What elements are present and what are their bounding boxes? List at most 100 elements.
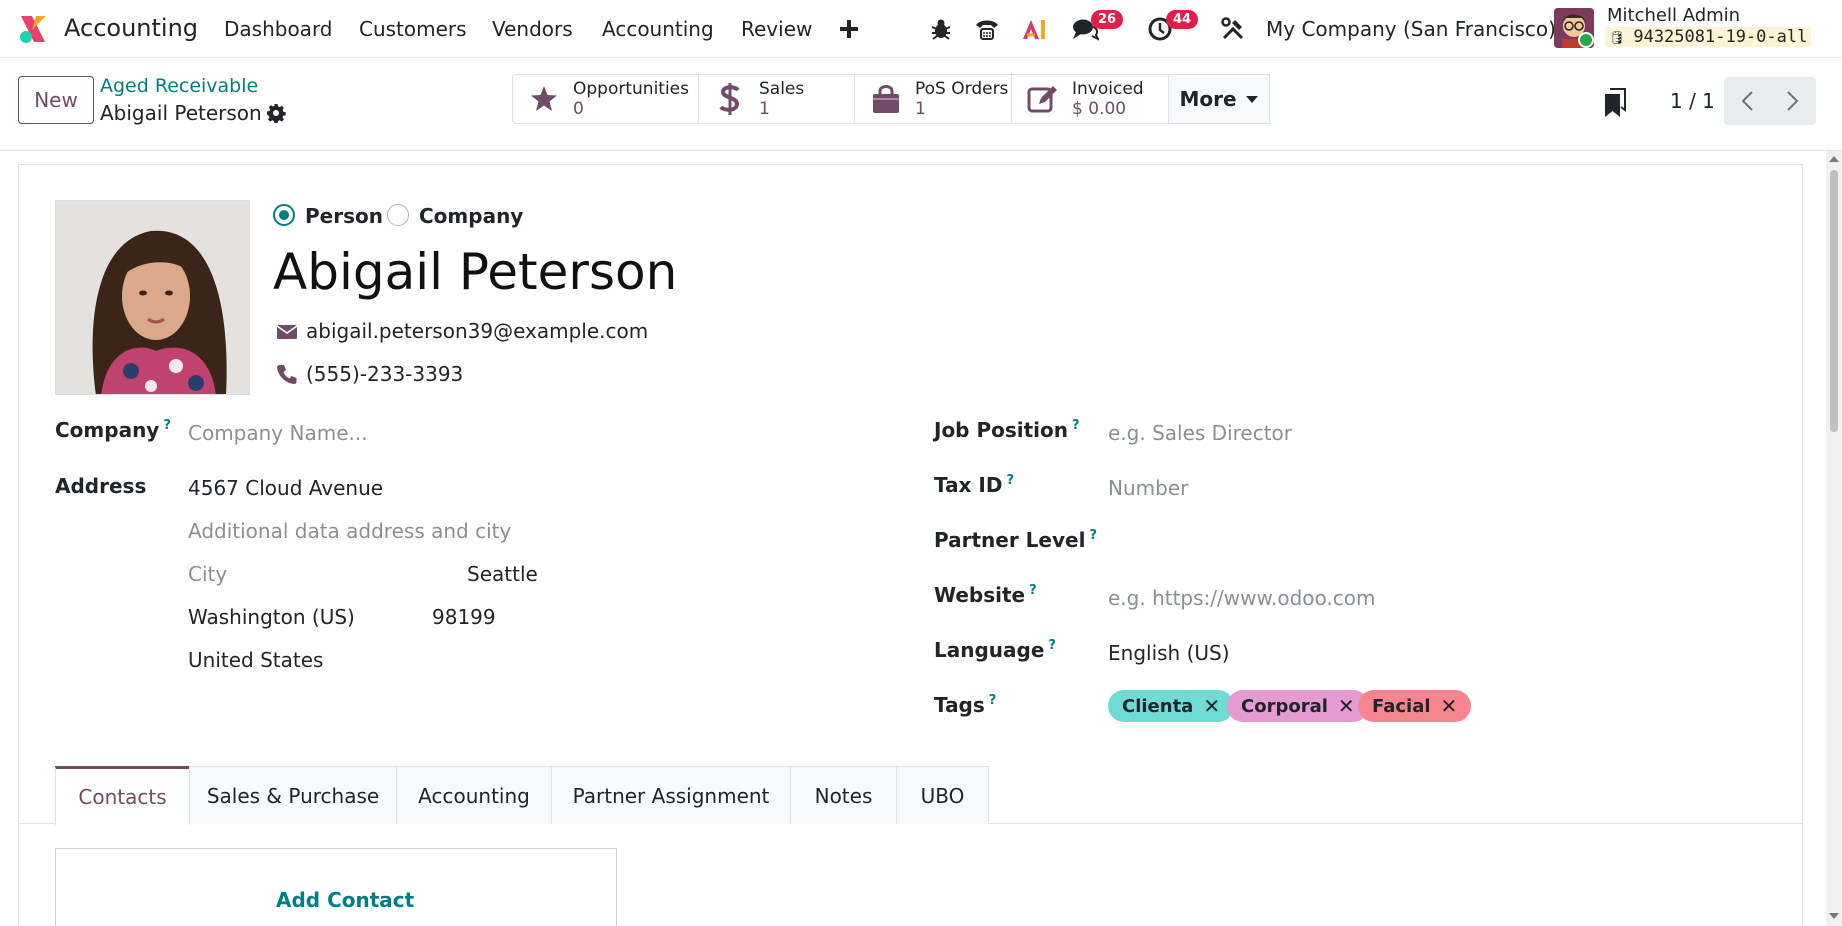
tools-icon[interactable] bbox=[1218, 14, 1248, 44]
remove-tag-icon[interactable]: ✕ bbox=[1203, 694, 1220, 718]
user-name[interactable]: Mitchell Admin bbox=[1607, 5, 1740, 26]
tax-id-label: Tax ID? bbox=[934, 473, 1014, 497]
sales-count: 1 bbox=[759, 99, 770, 119]
scroll-up-icon[interactable] bbox=[1829, 156, 1839, 162]
envelope-icon bbox=[276, 325, 298, 339]
add-contact-button[interactable]: Add Contact bbox=[276, 888, 414, 912]
company-label: Company? bbox=[55, 418, 171, 442]
plus-icon[interactable] bbox=[834, 14, 864, 44]
radio-person[interactable] bbox=[273, 204, 295, 226]
address-label: Address bbox=[55, 474, 147, 498]
city-value[interactable]: Seattle bbox=[467, 562, 538, 586]
breadcrumb-parent[interactable]: Aged Receivable bbox=[100, 75, 258, 97]
help-tooltip-icon[interactable]: ? bbox=[1089, 528, 1097, 543]
tag-label: Facial bbox=[1372, 695, 1431, 717]
pencil-square-icon bbox=[1026, 82, 1060, 116]
tab-contacts[interactable]: Contacts bbox=[55, 766, 190, 825]
database-name: 🛢 94325081-19-0-all bbox=[1605, 27, 1812, 47]
pager-value[interactable]: 1 / 1 bbox=[1670, 89, 1715, 113]
tab-notes[interactable]: Notes bbox=[790, 766, 897, 824]
street-input[interactable]: 4567 Cloud Avenue bbox=[188, 476, 383, 500]
shopping-bag-icon bbox=[869, 82, 903, 116]
chevron-left-icon bbox=[1741, 91, 1753, 111]
website-label-text: Website bbox=[934, 583, 1026, 607]
partner-photo[interactable] bbox=[55, 200, 250, 395]
star-icon bbox=[527, 82, 561, 116]
menu-dashboard[interactable]: Dashboard bbox=[224, 17, 333, 41]
state-select[interactable]: Washington (US) bbox=[188, 605, 355, 629]
phone-field[interactable]: (555)-233-3393 bbox=[306, 362, 463, 386]
invoiced-smart-button[interactable]: Invoiced $ 0.00 bbox=[1011, 74, 1169, 124]
online-status-icon bbox=[1578, 32, 1594, 48]
email-field[interactable]: abigail.peterson39@example.com bbox=[306, 319, 648, 343]
street2-input[interactable]: Additional data address and city bbox=[188, 519, 511, 543]
partner-level-label: Partner Level? bbox=[934, 528, 1097, 552]
help-tooltip-icon[interactable]: ? bbox=[1072, 418, 1080, 433]
scroll-down-icon[interactable] bbox=[1829, 913, 1839, 919]
dollar-icon bbox=[713, 82, 747, 116]
company-input[interactable]: Company Name... bbox=[188, 421, 368, 445]
tax-id-input[interactable]: Number bbox=[1108, 476, 1188, 500]
tab-partner-assignment[interactable]: Partner Assignment bbox=[551, 766, 791, 824]
tags-label-text: Tags bbox=[934, 693, 985, 717]
language-label: Language? bbox=[934, 638, 1056, 662]
zip-input[interactable]: 98199 bbox=[432, 605, 496, 629]
invoiced-amount: $ 0.00 bbox=[1072, 99, 1127, 119]
phone-icon bbox=[277, 365, 297, 384]
language-select[interactable]: English (US) bbox=[1108, 641, 1230, 665]
menu-vendors[interactable]: Vendors bbox=[492, 17, 573, 41]
help-tooltip-icon[interactable]: ? bbox=[989, 693, 997, 708]
job-position-input[interactable]: e.g. Sales Director bbox=[1108, 421, 1292, 445]
bookmark-icon[interactable] bbox=[1604, 88, 1626, 118]
pos-orders-smart-button[interactable]: PoS Orders 1 bbox=[854, 74, 1012, 124]
help-tooltip-icon[interactable]: ? bbox=[163, 418, 171, 433]
remove-tag-icon[interactable]: ✕ bbox=[1338, 694, 1355, 718]
sales-label: Sales bbox=[759, 79, 805, 99]
tax-id-label-text: Tax ID bbox=[934, 473, 1003, 497]
website-input[interactable]: e.g. https://www.odoo.com bbox=[1108, 586, 1375, 610]
help-tooltip-icon[interactable]: ? bbox=[1048, 638, 1056, 653]
menu-customers[interactable]: Customers bbox=[359, 17, 467, 41]
messages-badge: 26 bbox=[1091, 10, 1124, 29]
database-name-text: 94325081-19-0-all bbox=[1633, 27, 1808, 47]
pos-orders-count: 1 bbox=[915, 99, 926, 119]
pager-previous-button[interactable] bbox=[1724, 77, 1770, 125]
database-icon: 🛢 bbox=[1609, 31, 1634, 46]
scrollbar-thumb[interactable] bbox=[1830, 170, 1838, 432]
invoiced-label: Invoiced bbox=[1072, 79, 1144, 99]
tab-sales-purchase[interactable]: Sales & Purchase bbox=[189, 766, 397, 824]
city-input[interactable]: City bbox=[188, 562, 227, 586]
help-tooltip-icon[interactable]: ? bbox=[1029, 583, 1037, 598]
opportunities-smart-button[interactable]: Opportunities 0 bbox=[512, 74, 699, 124]
job-position-label: Job Position? bbox=[934, 418, 1080, 442]
website-label: Website? bbox=[934, 583, 1037, 607]
bug-icon[interactable] bbox=[926, 14, 956, 44]
company-label-text: Company bbox=[55, 418, 160, 442]
ai-icon[interactable] bbox=[1020, 14, 1050, 44]
country-select[interactable]: United States bbox=[188, 648, 323, 672]
sales-smart-button[interactable]: Sales 1 bbox=[698, 74, 855, 124]
help-tooltip-icon[interactable]: ? bbox=[1006, 473, 1014, 488]
phone-icon[interactable] bbox=[972, 14, 1002, 44]
gear-icon[interactable] bbox=[266, 103, 286, 123]
new-button[interactable]: New bbox=[18, 76, 94, 124]
remove-tag-icon[interactable]: ✕ bbox=[1441, 694, 1458, 718]
chevron-right-icon bbox=[1787, 91, 1799, 111]
activities-badge: 44 bbox=[1166, 10, 1199, 29]
add-contact-card[interactable] bbox=[55, 848, 617, 926]
pager-next-button[interactable] bbox=[1770, 77, 1816, 125]
company-switcher[interactable]: My Company (San Francisco) bbox=[1266, 17, 1556, 41]
menu-review[interactable]: Review bbox=[741, 17, 812, 41]
radio-company[interactable] bbox=[387, 204, 409, 226]
partner-level-label-text: Partner Level bbox=[934, 528, 1086, 552]
menu-accounting[interactable]: Accounting bbox=[602, 17, 714, 41]
partner-name-field[interactable]: Abigail Peterson bbox=[273, 243, 677, 301]
job-position-label-text: Job Position bbox=[934, 418, 1069, 442]
more-button[interactable]: More bbox=[1168, 74, 1270, 124]
radio-company-label[interactable]: Company bbox=[419, 204, 523, 228]
tab-ubo[interactable]: UBO bbox=[896, 766, 989, 824]
app-logo-icon[interactable] bbox=[18, 13, 48, 45]
app-name[interactable]: Accounting bbox=[64, 14, 198, 42]
radio-person-label[interactable]: Person bbox=[305, 204, 383, 228]
tab-accounting[interactable]: Accounting bbox=[396, 766, 552, 824]
